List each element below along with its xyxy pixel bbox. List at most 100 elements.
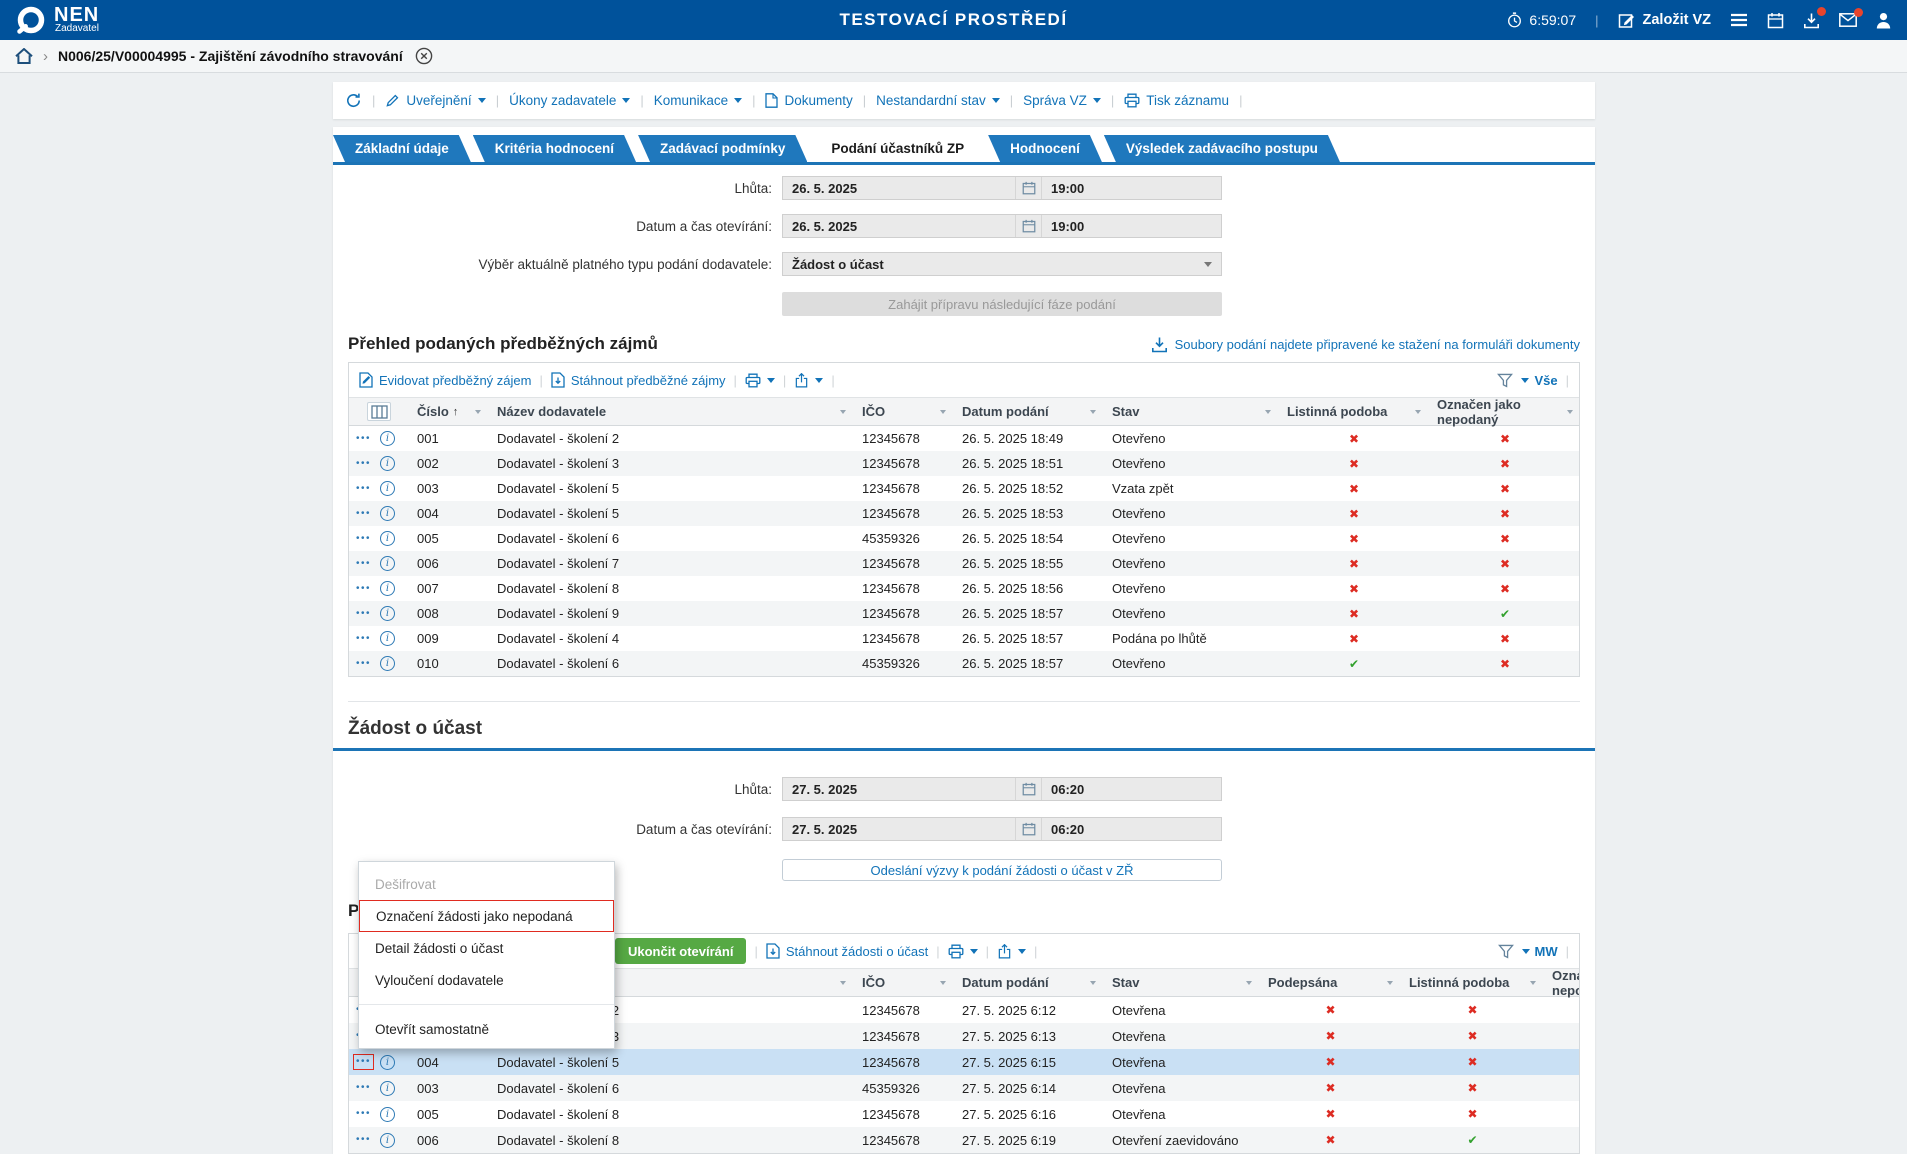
print-button[interactable]: [745, 373, 775, 388]
table-row[interactable]: •••i009Dodavatel - školení 41234567826. …: [349, 626, 1580, 651]
filter-caret-icon[interactable]: [840, 981, 846, 985]
filter-caret-icon[interactable]: [1530, 981, 1536, 985]
row-menu-icon[interactable]: •••: [356, 484, 371, 494]
export-button[interactable]: [794, 373, 823, 388]
action-komunikace[interactable]: Komunikace: [654, 93, 742, 108]
deadline-date-value[interactable]: 27. 5. 2025: [783, 782, 1015, 797]
action-spr-va-vz[interactable]: Správa VZ: [1023, 93, 1101, 108]
table-row[interactable]: •••i002Dodavatel - školení 31234567826. …: [349, 451, 1580, 476]
column-header-marked_not_submitted[interactable]: Označen jako nepodaný: [1429, 398, 1580, 425]
calendar-icon[interactable]: [1015, 778, 1041, 800]
filter-icon[interactable]: [1498, 944, 1514, 959]
tab-zad-vac-podm-nky[interactable]: Zadávací podmínky: [638, 135, 807, 162]
column-header-marked_not_submitted[interactable]: Označen jako nepodaný: [1544, 969, 1580, 996]
calendar-icon[interactable]: [1015, 177, 1041, 199]
filter-caret-icon[interactable]: [840, 410, 846, 414]
column-header-submitted[interactable]: Datum podání: [954, 969, 1104, 996]
row-info-icon[interactable]: i: [380, 531, 395, 546]
create-vz-button[interactable]: Založit VZ: [1618, 12, 1711, 29]
deadline-date-value[interactable]: 26. 5. 2025: [783, 181, 1015, 196]
filter-caret-icon[interactable]: [1090, 410, 1096, 414]
finish-opening-button[interactable]: Ukončit otevírání: [615, 938, 746, 964]
table-row[interactable]: •••i005Dodavatel - školení 81234567827. …: [349, 1101, 1580, 1127]
context-menu-item-ozna-en-dosti-jako-nepodan[interactable]: Označení žádosti jako nepodaná: [359, 900, 614, 932]
opening-time-value[interactable]: 19:00: [1041, 215, 1221, 237]
column-settings-icon[interactable]: [367, 402, 391, 421]
table-row[interactable]: •••i001Dodavatel - školení 21234567826. …: [349, 426, 1580, 451]
opening-date-value[interactable]: 27. 5. 2025: [783, 822, 1015, 837]
home-icon[interactable]: [15, 48, 33, 64]
filter-caret-icon[interactable]: [940, 410, 946, 414]
row-menu-icon[interactable]: •••: [356, 1135, 371, 1145]
row-menu-icon[interactable]: •••: [356, 434, 371, 444]
table-row[interactable]: •••i006Dodavatel - školení 81234567827. …: [349, 1127, 1580, 1153]
context-menu-item-detail-dosti-o-ast[interactable]: Detail žádosti o účast: [359, 932, 614, 964]
table-row[interactable]: •••i007Dodavatel - školení 81234567826. …: [349, 576, 1580, 601]
action-uve-ejn-n[interactable]: Uveřejnění: [385, 93, 485, 108]
column-header-num[interactable]: Číslo↑: [409, 398, 489, 425]
view-selector[interactable]: MW: [1522, 944, 1558, 959]
tab-pod-n-astn-k-zp[interactable]: Podání účastníků ZP: [809, 135, 986, 162]
send-request-button[interactable]: Odeslání výzvy k podání žádosti o účast …: [782, 859, 1222, 881]
row-menu-icon[interactable]: •••: [356, 534, 371, 544]
row-menu-icon[interactable]: •••: [356, 634, 371, 644]
row-menu-icon[interactable]: •••: [356, 1057, 371, 1067]
action-nestandardn-stav[interactable]: Nestandardní stav: [876, 93, 1000, 108]
row-menu-icon[interactable]: •••: [356, 459, 371, 469]
column-header-signed[interactable]: Podepsána: [1260, 969, 1401, 996]
messages-icon[interactable]: [1839, 13, 1857, 27]
action-dokumenty[interactable]: Dokumenty: [765, 93, 852, 108]
row-menu-icon[interactable]: •••: [356, 509, 371, 519]
context-menu-item-vylou-en-dodavatele[interactable]: Vyloučení dodavatele: [359, 964, 614, 996]
row-info-icon[interactable]: i: [380, 1107, 395, 1122]
opening-date-value[interactable]: 26. 5. 2025: [783, 219, 1015, 234]
menu-icon[interactable]: [1730, 13, 1748, 27]
filter-caret-icon[interactable]: [1567, 410, 1573, 414]
opening-field[interactable]: 27. 5. 2025 06:20: [782, 817, 1222, 841]
row-info-icon[interactable]: i: [380, 456, 395, 471]
user-icon[interactable]: [1876, 12, 1891, 29]
table-row[interactable]: •••i004Dodavatel - školení 51234567826. …: [349, 501, 1580, 526]
row-info-icon[interactable]: i: [380, 1133, 395, 1148]
row-info-icon[interactable]: i: [380, 506, 395, 521]
filter-caret-icon[interactable]: [1246, 981, 1252, 985]
row-menu-icon[interactable]: •••: [356, 659, 371, 669]
row-menu-icon[interactable]: •••: [356, 609, 371, 619]
nen-logo-icon[interactable]: [16, 5, 46, 35]
row-info-icon[interactable]: i: [380, 431, 395, 446]
row-menu-icon[interactable]: •••: [356, 584, 371, 594]
submission-type-select[interactable]: Žádost o účast: [782, 252, 1222, 276]
downloads-icon[interactable]: [1803, 12, 1820, 29]
row-menu-icon[interactable]: •••: [356, 1109, 371, 1119]
column-header-supplier[interactable]: Název dodavatele: [489, 398, 854, 425]
row-menu-icon[interactable]: •••: [356, 1083, 371, 1093]
export-button[interactable]: [997, 944, 1026, 959]
column-header-submitted[interactable]: Datum podání: [954, 398, 1104, 425]
column-header-actions[interactable]: [349, 398, 409, 425]
column-header-paper_form[interactable]: Listinná podoba: [1401, 969, 1544, 996]
filter-caret-icon[interactable]: [475, 410, 481, 414]
row-info-icon[interactable]: i: [380, 606, 395, 621]
calendar-icon[interactable]: [1015, 818, 1041, 840]
filter-caret-icon[interactable]: [1415, 410, 1421, 414]
column-header-status[interactable]: Stav: [1104, 969, 1260, 996]
context-menu-item-otev-t-samostatn[interactable]: Otevřít samostatně: [359, 1013, 614, 1045]
view-selector[interactable]: Vše: [1521, 373, 1557, 388]
row-info-icon[interactable]: i: [380, 631, 395, 646]
close-record-icon[interactable]: [415, 47, 433, 65]
column-header-paper_form[interactable]: Listinná podoba: [1279, 398, 1429, 425]
filter-icon[interactable]: [1497, 373, 1513, 388]
row-menu-icon[interactable]: •••: [356, 559, 371, 569]
filter-caret-icon[interactable]: [1387, 981, 1393, 985]
row-info-icon[interactable]: i: [380, 1055, 395, 1070]
tab-z-kladn-daje[interactable]: Základní údaje: [333, 135, 471, 162]
calendar-icon[interactable]: [1767, 12, 1784, 29]
tab-hodnocen[interactable]: Hodnocení: [988, 135, 1102, 162]
row-info-icon[interactable]: i: [380, 481, 395, 496]
row-info-icon[interactable]: i: [380, 1081, 395, 1096]
opening-time-value[interactable]: 06:20: [1041, 818, 1221, 840]
print-button[interactable]: [948, 944, 978, 959]
column-header-ico[interactable]: IČO: [854, 398, 954, 425]
filter-caret-icon[interactable]: [940, 981, 946, 985]
action-kony-zadavatele[interactable]: Úkony zadavatele: [509, 93, 630, 108]
